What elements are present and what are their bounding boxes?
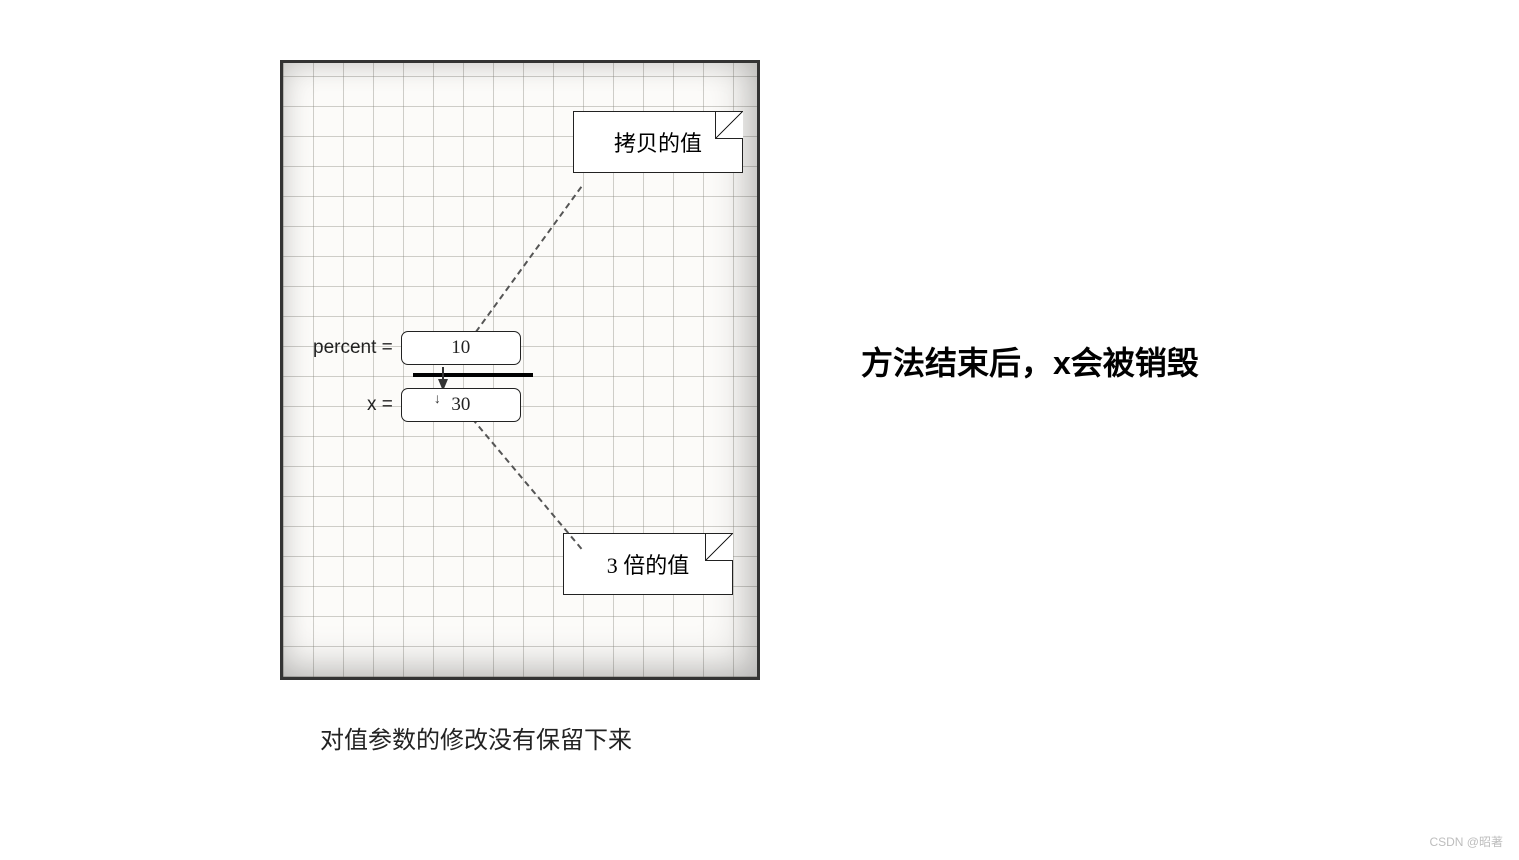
percent-value-box: 10 <box>401 331 521 365</box>
separator-line <box>413 373 533 377</box>
note-copied-value: 拷贝的值 <box>573 111 743 173</box>
fold-corner-icon <box>715 111 743 139</box>
note-triple-value: 3 倍的值 <box>563 533 733 595</box>
percent-label: percent = <box>313 337 393 359</box>
x-row: x = ↓ 30 <box>367 388 521 422</box>
note-copied-value-text: 拷贝的值 <box>614 126 702 158</box>
diagram-frame: 拷贝的值 3 倍的值 percent = 10 x = ↓ 30 <box>280 60 760 680</box>
percent-value: 10 <box>451 337 470 359</box>
x-value-box: ↓ 30 <box>401 388 521 422</box>
x-value: 30 <box>451 394 470 416</box>
diagram-caption: 对值参数的修改没有保留下来 <box>320 720 632 755</box>
arrow-inside-icon: ↓ <box>434 392 441 408</box>
percent-row: percent = 10 <box>313 331 521 365</box>
fold-corner-icon <box>705 533 733 561</box>
note-triple-value-text: 3 倍的值 <box>607 548 690 580</box>
side-explanation: 方法结束后，x会被销毁 <box>861 338 1199 384</box>
x-label: x = <box>367 394 393 416</box>
watermark: CSDN @昭著 <box>1429 833 1503 850</box>
